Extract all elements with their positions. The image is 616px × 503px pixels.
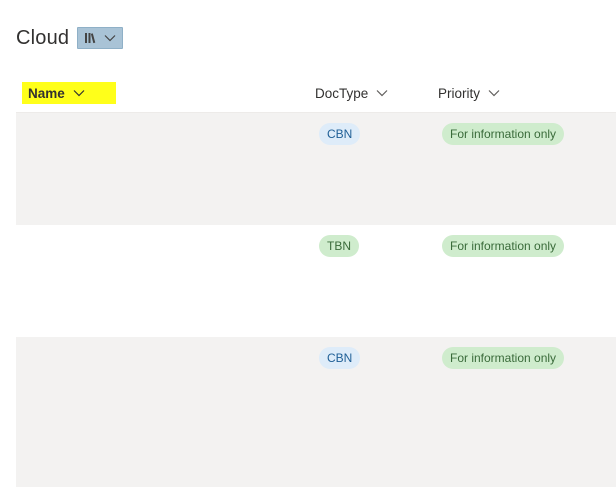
library-switcher-button[interactable] <box>77 27 124 49</box>
priority-pill: For information only <box>442 347 565 369</box>
doctype-pill: TBN <box>319 235 359 257</box>
chevron-down-icon <box>488 89 500 97</box>
chevron-down-icon <box>376 89 388 97</box>
column-header-name[interactable]: Name <box>22 82 116 104</box>
table-row[interactable]: TBN For information only <box>16 225 616 337</box>
library-title: Cloud <box>16 26 70 49</box>
chevron-down-icon <box>104 34 116 42</box>
doctype-pill: CBN <box>319 347 361 369</box>
document-list: CBN For information only TBN For informa… <box>16 113 616 487</box>
column-header-row: Name DocType Priority <box>16 80 616 113</box>
column-header-doctype[interactable]: DocType <box>315 80 388 106</box>
column-header-label: Priority <box>438 85 481 101</box>
column-header-label: DocType <box>315 85 369 101</box>
table-row[interactable]: CBN For information only <box>16 337 616 487</box>
library-icon <box>84 32 98 44</box>
priority-pill: For information only <box>442 235 565 257</box>
column-header-priority[interactable]: Priority <box>438 80 500 106</box>
priority-pill: For information only <box>442 123 565 145</box>
title-row: Cloud <box>16 24 124 52</box>
document-library-view: Cloud Name DocType Priority CBN For info… <box>0 0 616 503</box>
chevron-down-icon <box>73 89 85 97</box>
doctype-pill: CBN <box>319 123 361 145</box>
table-row[interactable]: CBN For information only <box>16 113 616 225</box>
column-header-label: Name <box>28 85 65 101</box>
